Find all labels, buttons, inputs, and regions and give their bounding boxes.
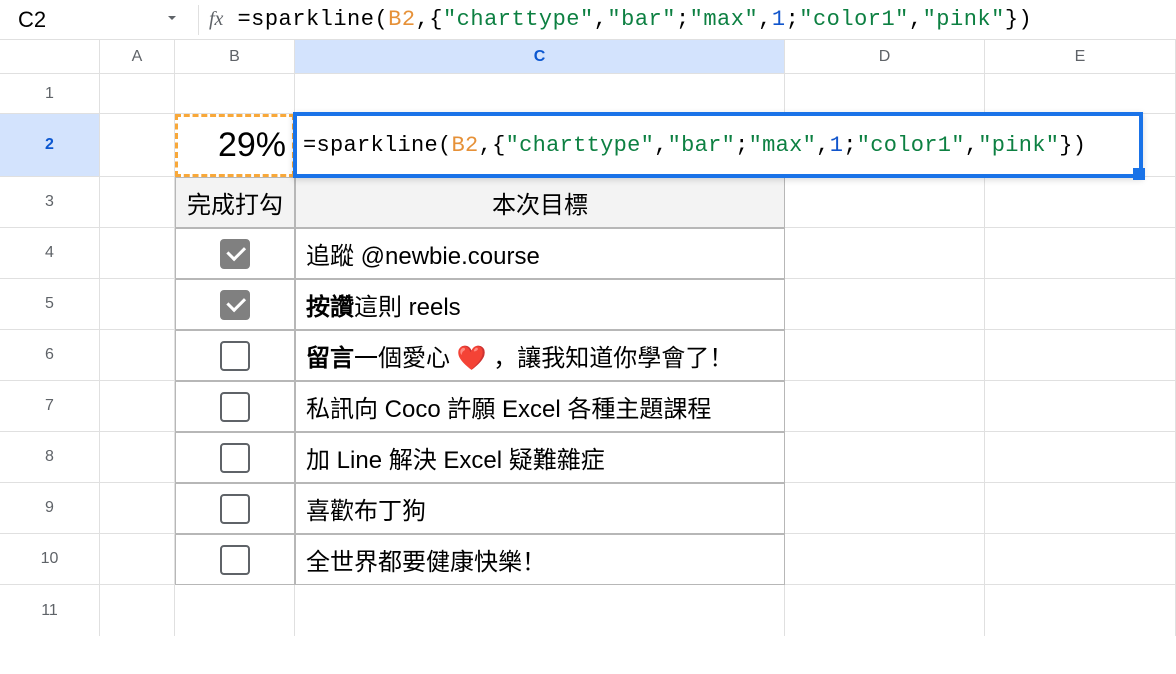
checkbox-icon[interactable] (220, 290, 250, 320)
cell-d10[interactable] (785, 534, 985, 585)
row-header-10[interactable]: 10 (0, 534, 100, 585)
checkbox-icon[interactable] (220, 239, 250, 269)
col-header-c[interactable]: C (295, 40, 785, 74)
cell-b10[interactable] (175, 534, 295, 585)
row-5: 5 按讚這則 reels (0, 279, 1176, 330)
name-box-text: C2 (18, 7, 46, 33)
checkbox-icon[interactable] (220, 341, 250, 371)
checkbox-icon[interactable] (220, 545, 250, 575)
column-headers: A B C D E (0, 40, 1176, 74)
cell-e11[interactable] (985, 585, 1176, 636)
cell-e3[interactable] (985, 177, 1176, 228)
row-7: 7 私訊向 Coco 許願 Excel 各種主題課程 (0, 381, 1176, 432)
cell-d11[interactable] (785, 585, 985, 636)
cell-b2[interactable]: 29% (175, 114, 295, 177)
cell-a10[interactable] (100, 534, 175, 585)
cell-a7[interactable] (100, 381, 175, 432)
checkbox-icon[interactable] (220, 392, 250, 422)
cell-b8[interactable] (175, 432, 295, 483)
row-header-5[interactable]: 5 (0, 279, 100, 330)
cell-d6[interactable] (785, 330, 985, 381)
cell-a9[interactable] (100, 483, 175, 534)
cell-e1[interactable] (985, 74, 1176, 114)
row-header-2[interactable]: 2 (0, 114, 100, 177)
cell-c4[interactable]: 追蹤 @newbie.course (295, 228, 785, 279)
cell-d5[interactable] (785, 279, 985, 330)
cell-a8[interactable] (100, 432, 175, 483)
cell-e8[interactable] (985, 432, 1176, 483)
col-header-a[interactable]: A (100, 40, 175, 74)
cell-a4[interactable] (100, 228, 175, 279)
cell-b3[interactable]: 完成打勾 (175, 177, 295, 228)
row-2: 2 29% =sparkline(B2,{"charttype","bar";"… (0, 114, 1176, 177)
cell-e7[interactable] (985, 381, 1176, 432)
cell-e4[interactable] (985, 228, 1176, 279)
checkbox-icon[interactable] (220, 443, 250, 473)
row-6: 6 留言一個愛心 ❤️ ，讓我知道你學會了！ (0, 330, 1176, 381)
row-header-8[interactable]: 8 (0, 432, 100, 483)
cell-b11[interactable] (175, 585, 295, 636)
cell-c10[interactable]: 全世界都要健康快樂！ (295, 534, 785, 585)
cell-c2[interactable]: =sparkline(B2,{"charttype","bar";"max",1… (295, 114, 785, 177)
cell-c1[interactable] (295, 74, 785, 114)
cell-a6[interactable] (100, 330, 175, 381)
cell-c9[interactable]: 喜歡布丁狗 (295, 483, 785, 534)
editor-resize-handle[interactable] (1133, 168, 1145, 180)
name-box[interactable]: C2 (8, 7, 188, 33)
cell-editor[interactable]: =sparkline(B2,{"charttype","bar";"max",1… (293, 112, 1143, 178)
row-header-3[interactable]: 3 (0, 177, 100, 228)
cell-d7[interactable] (785, 381, 985, 432)
cell-e9[interactable] (985, 483, 1176, 534)
select-all-corner[interactable] (0, 40, 100, 74)
row-header-11[interactable]: 11 (0, 585, 100, 636)
cell-e10[interactable] (985, 534, 1176, 585)
cell-a1[interactable] (100, 74, 175, 114)
cell-a5[interactable] (100, 279, 175, 330)
cell-c6[interactable]: 留言一個愛心 ❤️ ，讓我知道你學會了！ (295, 330, 785, 381)
col-header-e[interactable]: E (985, 40, 1176, 74)
cell-c5[interactable]: 按讚這則 reels (295, 279, 785, 330)
cell-d8[interactable] (785, 432, 985, 483)
cell-b7[interactable] (175, 381, 295, 432)
cell-b1[interactable] (175, 74, 295, 114)
cell-c11[interactable] (295, 585, 785, 636)
cell-a3[interactable] (100, 177, 175, 228)
cell-a2[interactable] (100, 114, 175, 177)
cell-c7[interactable]: 私訊向 Coco 許願 Excel 各種主題課程 (295, 381, 785, 432)
cell-b4[interactable] (175, 228, 295, 279)
cell-b5[interactable] (175, 279, 295, 330)
row-header-9[interactable]: 9 (0, 483, 100, 534)
formula-input[interactable]: =sparkline(B2,{"charttype","bar";"max",1… (237, 7, 1032, 32)
row-header-6[interactable]: 6 (0, 330, 100, 381)
cell-b6[interactable] (175, 330, 295, 381)
formula-bar: C2 fx =sparkline(B2,{"charttype","bar";"… (0, 0, 1176, 40)
cell-d1[interactable] (785, 74, 985, 114)
row-9: 9 喜歡布丁狗 (0, 483, 1176, 534)
cell-d4[interactable] (785, 228, 985, 279)
row-10: 10 全世界都要健康快樂！ (0, 534, 1176, 585)
separator (198, 5, 199, 35)
cell-c8[interactable]: 加 Line 解決 Excel 疑難雜症 (295, 432, 785, 483)
row-8: 8 加 Line 解決 Excel 疑難雜症 (0, 432, 1176, 483)
cell-d9[interactable] (785, 483, 985, 534)
fx-icon: fx (209, 8, 223, 31)
cell-e6[interactable] (985, 330, 1176, 381)
col-header-d[interactable]: D (785, 40, 985, 74)
cell-c3[interactable]: 本次目標 (295, 177, 785, 228)
chevron-down-icon[interactable] (166, 11, 178, 29)
row-3: 3 完成打勾 本次目標 (0, 177, 1176, 228)
cell-b9[interactable] (175, 483, 295, 534)
row-11: 11 (0, 585, 1176, 636)
row-1: 1 (0, 74, 1176, 114)
cell-a11[interactable] (100, 585, 175, 636)
checkbox-icon[interactable] (220, 494, 250, 524)
spreadsheet-grid: A B C D E 1 2 29% =sparkline(B2,{"chartt… (0, 40, 1176, 636)
cell-e5[interactable] (985, 279, 1176, 330)
row-header-7[interactable]: 7 (0, 381, 100, 432)
col-header-b[interactable]: B (175, 40, 295, 74)
row-header-1[interactable]: 1 (0, 74, 100, 114)
row-4: 4 追蹤 @newbie.course (0, 228, 1176, 279)
cell-d3[interactable] (785, 177, 985, 228)
row-header-4[interactable]: 4 (0, 228, 100, 279)
